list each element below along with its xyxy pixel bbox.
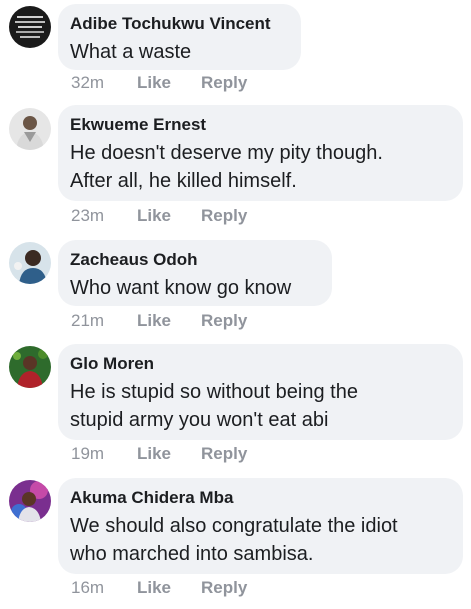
comment-author[interactable]: Akuma Chidera Mba <box>70 488 449 508</box>
comment-author[interactable]: Ekwueme Ernest <box>70 115 449 135</box>
like-button[interactable]: Like <box>137 311 201 331</box>
like-button[interactable]: Like <box>137 578 201 598</box>
comment-bubble: Ekwueme Ernest He doesn't deserve my pit… <box>58 105 463 201</box>
comment-actions: 32m Like Reply <box>71 73 247 93</box>
comment-bubble: Adibe Tochukwu Vincent What a waste <box>58 4 301 70</box>
comment-actions: 16m Like Reply <box>71 578 247 598</box>
avatar[interactable] <box>9 242 51 284</box>
comment-author[interactable]: Zacheaus Odoh <box>70 250 318 270</box>
comment-text: He is stupid so without being the stupid… <box>70 381 358 431</box>
comment-timestamp[interactable]: 32m <box>71 73 137 93</box>
like-button[interactable]: Like <box>137 444 201 464</box>
reply-button[interactable]: Reply <box>201 311 247 331</box>
profile-photo-icon <box>9 242 51 284</box>
comment-timestamp[interactable]: 19m <box>71 444 137 464</box>
comment-bubble: Zacheaus Odoh Who want know go know <box>58 240 332 306</box>
avatar[interactable] <box>9 346 51 388</box>
avatar[interactable] <box>9 6 51 48</box>
comment-author[interactable]: Glo Moren <box>70 354 449 374</box>
comment-timestamp[interactable]: 16m <box>71 578 137 598</box>
comment-text: Who want know go know <box>70 277 292 299</box>
comment-timestamp[interactable]: 21m <box>71 311 137 331</box>
comment-actions: 21m Like Reply <box>71 311 247 331</box>
like-button[interactable]: Like <box>137 206 201 226</box>
reply-button[interactable]: Reply <box>201 206 247 226</box>
avatar[interactable] <box>9 108 51 150</box>
profile-photo-icon <box>9 346 51 388</box>
comment-actions: 19m Like Reply <box>71 444 247 464</box>
reply-button[interactable]: Reply <box>201 73 247 93</box>
avatar[interactable] <box>9 480 51 522</box>
like-button[interactable]: Like <box>137 73 201 93</box>
comment-actions: 23m Like Reply <box>71 206 247 226</box>
reply-button[interactable]: Reply <box>201 444 247 464</box>
comment-author[interactable]: Adibe Tochukwu Vincent <box>70 14 287 34</box>
comment-text: We should also congratulate the idiot wh… <box>70 515 398 565</box>
comment-text: What a waste <box>70 41 192 63</box>
comment-timestamp[interactable]: 23m <box>71 206 137 226</box>
profile-photo-icon <box>9 6 51 48</box>
reply-button[interactable]: Reply <box>201 578 247 598</box>
comment-bubble: Akuma Chidera Mba We should also congrat… <box>58 478 463 574</box>
comment-bubble: Glo Moren He is stupid so without being … <box>58 344 463 440</box>
comment-text: He doesn't deserve my pity though. After… <box>70 142 383 192</box>
profile-photo-icon <box>9 108 51 150</box>
profile-photo-icon <box>9 480 51 522</box>
